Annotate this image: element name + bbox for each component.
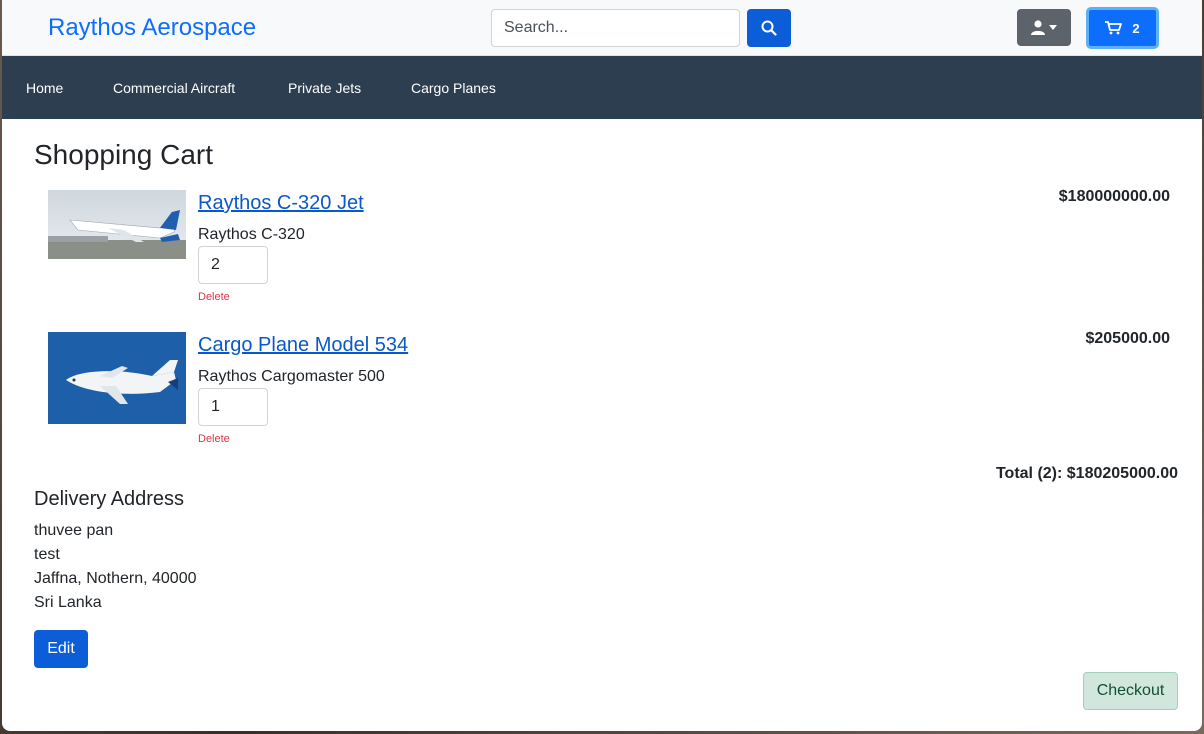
nav-item-home[interactable]: Home xyxy=(26,80,63,96)
page-title: Shopping Cart xyxy=(34,139,214,170)
item-price: $205000.00 xyxy=(1085,330,1170,347)
address-line: Jaffna, Nothern, 40000 xyxy=(34,570,197,587)
product-title-link[interactable]: Raythos C-320 Jet xyxy=(198,192,364,215)
chevron-down-icon xyxy=(1049,25,1057,30)
delete-item-link[interactable]: Delete xyxy=(198,291,230,303)
cart-icon xyxy=(1105,21,1123,35)
cart-count-badge: 2 xyxy=(1132,20,1140,36)
search-input[interactable] xyxy=(491,9,740,47)
product-model: Raythos Cargomaster 500 xyxy=(198,368,385,385)
product-image-jet[interactable] xyxy=(48,190,186,259)
nav-item-private-jets[interactable]: Private Jets xyxy=(288,80,361,96)
delete-item-link[interactable]: Delete xyxy=(198,433,230,445)
product-model: Raythos C-320 xyxy=(198,226,305,243)
nav-item-cargo-planes[interactable]: Cargo Planes xyxy=(411,80,496,96)
top-bar: Raythos Aerospace 2 xyxy=(2,0,1202,56)
cart-button[interactable]: 2 xyxy=(1086,7,1159,49)
user-menu-button[interactable] xyxy=(1017,9,1071,46)
search-button[interactable] xyxy=(747,9,791,47)
address-line: test xyxy=(34,546,60,563)
user-icon xyxy=(1031,20,1045,35)
quantity-input[interactable] xyxy=(198,388,268,426)
checkout-button[interactable]: Checkout xyxy=(1083,672,1178,710)
search-icon xyxy=(761,20,777,36)
nav-item-commercial-aircraft[interactable]: Commercial Aircraft xyxy=(113,80,235,96)
cart-total: Total (2): $180205000.00 xyxy=(995,465,1178,482)
product-image-cargo-plane[interactable] xyxy=(48,332,186,424)
brand-logo-link[interactable]: Raythos Aerospace xyxy=(48,14,256,42)
item-price: $180000000.00 xyxy=(1058,188,1170,205)
main-navbar: Home Commercial Aircraft Private Jets Ca… xyxy=(2,56,1202,119)
edit-address-button[interactable]: Edit xyxy=(34,630,88,668)
product-title-link[interactable]: Cargo Plane Model 534 xyxy=(198,334,408,357)
address-line: thuvee pan xyxy=(34,522,114,539)
delivery-address-heading: Delivery Address xyxy=(34,488,185,510)
quantity-input[interactable] xyxy=(198,246,268,284)
browser-window: Raythos Aerospace 2 Home xyxy=(2,0,1202,731)
address-line: Sri Lanka xyxy=(34,594,102,611)
